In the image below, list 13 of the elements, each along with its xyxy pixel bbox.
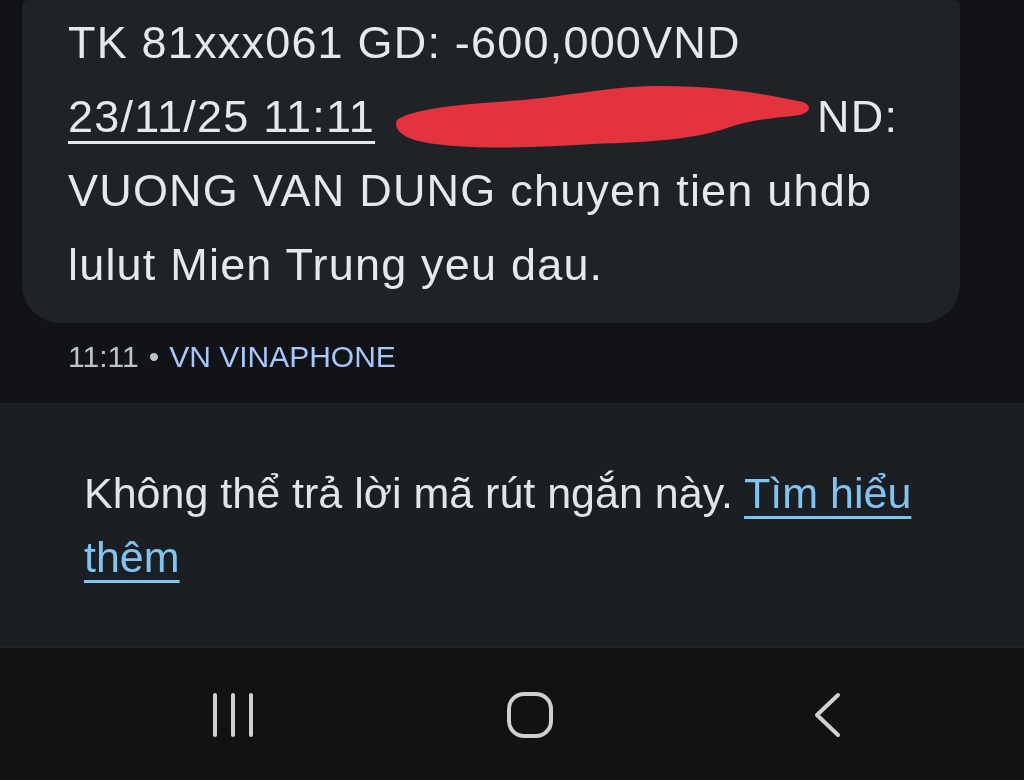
message-time: 11:11 xyxy=(68,339,139,375)
date-link[interactable]: 23/11/25 11:11 xyxy=(68,80,376,154)
separator-dot: • xyxy=(148,339,160,375)
chevron-left-icon xyxy=(813,691,841,738)
learn-more-link[interactable]: thêm xyxy=(84,533,180,581)
message-text: ND: xyxy=(817,90,899,144)
sim-label: VN VINAPHONE xyxy=(169,339,396,375)
vertical-bars-icon xyxy=(212,692,254,737)
message-text: TK 81xxx061 GD: -600,000VND xyxy=(68,16,742,70)
learn-more-link[interactable]: Tìm hiểu xyxy=(744,469,912,517)
rounded-square-icon xyxy=(507,691,553,738)
reply-unavailable-notice: Không thể trả lời mã rút ngắn này. Tìm hiểu thêm xyxy=(84,468,913,583)
message-text: VUONG VAN DUNG chuyen tien uhdb lulut Mien Trung yeu dau. xyxy=(68,164,874,292)
